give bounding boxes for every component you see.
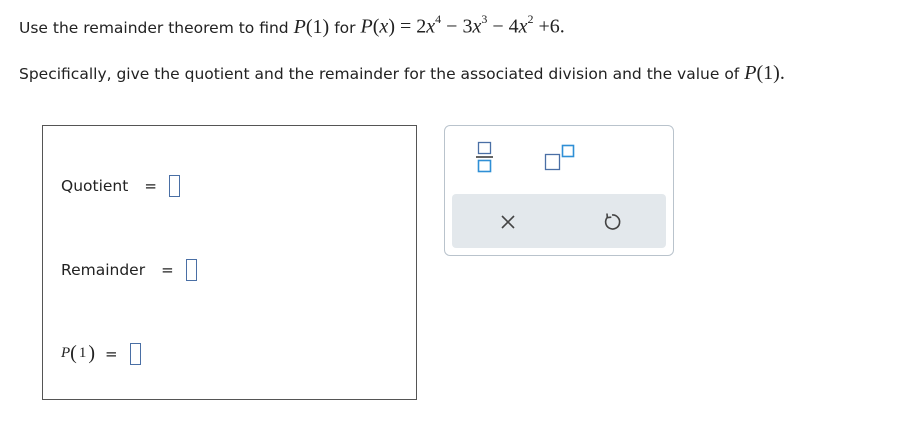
instruction-text: Specifically, give the quotient and the … [19, 65, 740, 83]
question-line-2: Specifically, give the quotient and the … [19, 62, 785, 85]
quotient-label: Quotient [61, 177, 129, 195]
reset-icon[interactable] [600, 210, 624, 234]
fraction-icon[interactable] [475, 138, 495, 176]
remainder-row: Remainder = [61, 259, 197, 281]
p1-input[interactable] [129, 342, 141, 365]
toolbar-action-panel [452, 194, 666, 248]
remainder-input[interactable] [185, 259, 197, 281]
equals-sign: = [144, 177, 157, 195]
answer-box: Quotient = Remainder = P (1) = [42, 125, 417, 400]
exponent-icon[interactable] [543, 143, 577, 173]
for-text: for [334, 18, 356, 37]
question-line-1: Use the remainder theorem to find P(1) f… [19, 12, 565, 39]
p-of-1-expression: P(1). [744, 62, 785, 84]
close-icon[interactable] [496, 210, 520, 234]
p1-row: P (1) = [61, 342, 141, 365]
remainder-label: Remainder [61, 261, 146, 279]
equals-sign: = [105, 344, 118, 363]
question-text: Use the remainder theorem to find [19, 18, 289, 37]
p-of-1-expression: P(1) [293, 15, 330, 38]
quotient-row: Quotient = [61, 175, 180, 197]
polynomial-expression: P(x) = 2x4 − 3x3 − 4x2 +6. [360, 12, 565, 38]
p1-label: P (1) [61, 342, 96, 364]
math-toolbar [444, 125, 674, 256]
quotient-input[interactable] [168, 175, 180, 197]
equals-sign: = [161, 261, 174, 279]
